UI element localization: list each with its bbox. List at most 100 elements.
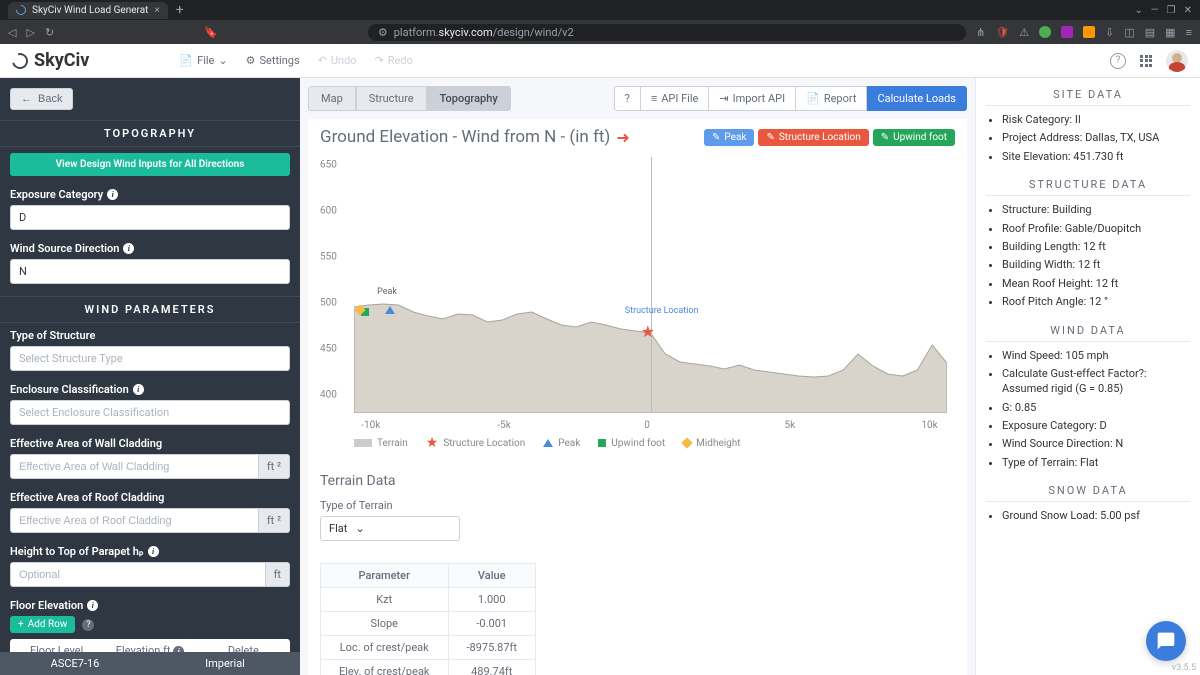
tab-favicon-icon	[14, 3, 28, 17]
tab-overview-icon[interactable]: ◫	[1124, 26, 1134, 39]
structure-type-select[interactable]: Select Structure Type	[10, 346, 290, 371]
nav-back-icon[interactable]: ◁	[8, 26, 16, 39]
terrain-type-select[interactable]: Flat ⌄	[320, 516, 460, 541]
section-title: TOPOGRAPHY	[0, 120, 300, 147]
list-item: Wind Source Direction: N	[1002, 436, 1190, 451]
share-icon[interactable]: ⋔	[976, 26, 985, 39]
help-icon[interactable]: ?	[1110, 53, 1126, 69]
right-panel: SITE DATA Risk Category: IIProject Addre…	[975, 78, 1200, 675]
wind-data-title: WIND DATA	[986, 320, 1190, 342]
enclosure-label: Enclosure Classificationi	[10, 383, 290, 396]
calculate-loads-button[interactable]: Calculate Loads	[867, 86, 967, 111]
structure-type-label: Type of Structure	[10, 329, 290, 342]
unit-label: ft ²	[259, 508, 290, 533]
view-wind-inputs-button[interactable]: View Design Wind Inputs for All Directio…	[10, 153, 290, 176]
site-settings-icon[interactable]: ⚙	[378, 26, 388, 39]
info-icon[interactable]: i	[148, 546, 159, 557]
parapet-input[interactable]	[10, 562, 266, 587]
logo[interactable]: SkyCiv	[12, 50, 89, 71]
back-button[interactable]: ← Back	[10, 88, 73, 110]
chevron-down-icon[interactable]: ⌄	[1134, 5, 1142, 16]
structure-marker-icon: ★	[641, 322, 655, 341]
exposure-category-select[interactable]: D	[10, 205, 290, 230]
file-menu[interactable]: 📄 File ⌄	[179, 54, 227, 67]
extension-icon[interactable]	[1083, 26, 1095, 38]
warning-icon[interactable]: ⚠	[1019, 26, 1029, 39]
tab-map[interactable]: Map	[308, 86, 356, 111]
wind-direction-select[interactable]: N	[10, 259, 290, 284]
nav-forward-icon[interactable]: ▷	[26, 26, 34, 39]
site-data-title: SITE DATA	[986, 84, 1190, 106]
roof-cladding-label: Effective Area of Roof Cladding	[10, 491, 290, 504]
list-item: Mean Roof Height: 12 ft	[1002, 276, 1190, 291]
tab-structure[interactable]: Structure	[356, 86, 427, 111]
code-tab[interactable]: ASCE7-16	[0, 652, 150, 675]
help-button[interactable]: ?	[614, 86, 641, 111]
url-input[interactable]: ⚙ platform.skyciv.com/design/wind/v2	[368, 24, 966, 41]
browser-tab[interactable]: SkyCiv Wind Load Generat ×	[8, 2, 168, 19]
reading-list-icon[interactable]: ▦	[1165, 26, 1175, 39]
structure-data-title: STRUCTURE DATA	[986, 174, 1190, 196]
info-icon[interactable]: i	[133, 384, 144, 395]
chat-icon	[1156, 631, 1176, 651]
chart-legend: Terrain ★Structure Location Peak Upwind …	[320, 427, 955, 455]
app-header: SkyCiv 📄 File ⌄ ⚙ Settings ↶ Undo ↷ Redo…	[0, 44, 1200, 78]
list-item: Calculate Gust-effect Factor?: Assumed r…	[1002, 366, 1190, 397]
wall-cladding-input[interactable]	[10, 454, 259, 479]
elevation-chart: 650 600 550 500 450 400 Peak Structure L…	[320, 157, 955, 427]
maximize-icon[interactable]: ❐	[1167, 5, 1176, 16]
refresh-icon[interactable]: ↻	[45, 26, 54, 39]
enclosure-select[interactable]: Select Enclosure Classification	[10, 400, 290, 425]
browser-tab-bar: SkyCiv Wind Load Generat × + ⌄ — ❐ ✕	[0, 0, 1200, 20]
menu-icon[interactable]: ≡	[1186, 26, 1192, 39]
minimize-icon[interactable]: —	[1151, 5, 1159, 16]
terrain-parameters-table: ParameterValue Kzt1.000 Slope-0.001 Loc.…	[320, 563, 536, 675]
floor-elevation-label: Floor Elevationi	[10, 599, 290, 612]
list-item: Building Length: 12 ft	[1002, 239, 1190, 254]
roof-cladding-input[interactable]	[10, 508, 259, 533]
add-row-button[interactable]: + Add Row	[10, 616, 75, 633]
info-icon[interactable]: i	[107, 189, 118, 200]
list-item: Site Elevation: 451.730 ft	[1002, 149, 1190, 164]
apps-grid-icon[interactable]	[1140, 55, 1152, 67]
list-item: Risk Category: II	[1002, 112, 1190, 127]
list-item: Building Width: 12 ft	[1002, 257, 1190, 272]
parapet-label: Height to Top of Parapet hₚi	[10, 545, 290, 558]
list-item: Exposure Category: D	[1002, 418, 1190, 433]
shield-icon[interactable]: 🛡	[995, 26, 1009, 39]
peak-chip[interactable]: ✎ Peak	[704, 129, 754, 146]
tab-topography[interactable]: Topography	[427, 86, 511, 111]
avatar[interactable]	[1166, 50, 1188, 72]
units-tab[interactable]: Imperial	[150, 652, 300, 675]
version-label: v3.5.5	[1172, 663, 1196, 673]
api-file-button[interactable]: ≡ API File	[641, 86, 710, 111]
sidebar-icon[interactable]: ▤	[1145, 26, 1155, 39]
help-icon[interactable]: ?	[82, 619, 94, 631]
list-item: Roof Profile: Gable/Duopitch	[1002, 221, 1190, 236]
list-item: G: 0.85	[1002, 400, 1190, 415]
list-item: Ground Snow Load: 5.00 psf	[1002, 508, 1190, 523]
close-window-icon[interactable]: ✕	[1184, 5, 1192, 16]
report-button[interactable]: 📄 Report	[796, 86, 867, 111]
list-item: Structure: Building	[1002, 202, 1190, 217]
extension-icon[interactable]	[1061, 26, 1073, 38]
undo-button[interactable]: ↶ Undo	[318, 54, 357, 67]
redo-button[interactable]: ↷ Redo	[375, 54, 413, 67]
table-row: Loc. of crest/peak-8975.87ft	[321, 636, 536, 660]
info-icon[interactable]: i	[87, 600, 98, 611]
close-icon[interactable]: ×	[154, 5, 159, 16]
settings-menu[interactable]: ⚙ Settings	[246, 54, 300, 67]
wind-direction-label: Wind Source Directioni	[10, 242, 290, 255]
bookmark-icon[interactable]: 🔖	[204, 26, 218, 39]
new-tab-button[interactable]: +	[176, 2, 184, 18]
structure-location-chip[interactable]: ✎ Structure Location	[758, 129, 868, 146]
download-icon[interactable]: ⇩	[1105, 26, 1114, 39]
browser-url-bar: ◁ ▷ ↻ 🔖 ⚙ platform.skyciv.com/design/win…	[0, 20, 1200, 44]
upwind-foot-chip[interactable]: ✎ Upwind foot	[873, 129, 955, 146]
chat-button[interactable]	[1146, 621, 1186, 661]
list-item: Roof Pitch Angle: 12 °	[1002, 294, 1190, 309]
info-icon[interactable]: i	[123, 243, 134, 254]
extension-icon[interactable]	[1039, 26, 1051, 38]
chart-title: Ground Elevation - Wind from N - (in ft)	[320, 127, 610, 147]
import-api-button[interactable]: ⇥ Import API	[709, 86, 796, 111]
